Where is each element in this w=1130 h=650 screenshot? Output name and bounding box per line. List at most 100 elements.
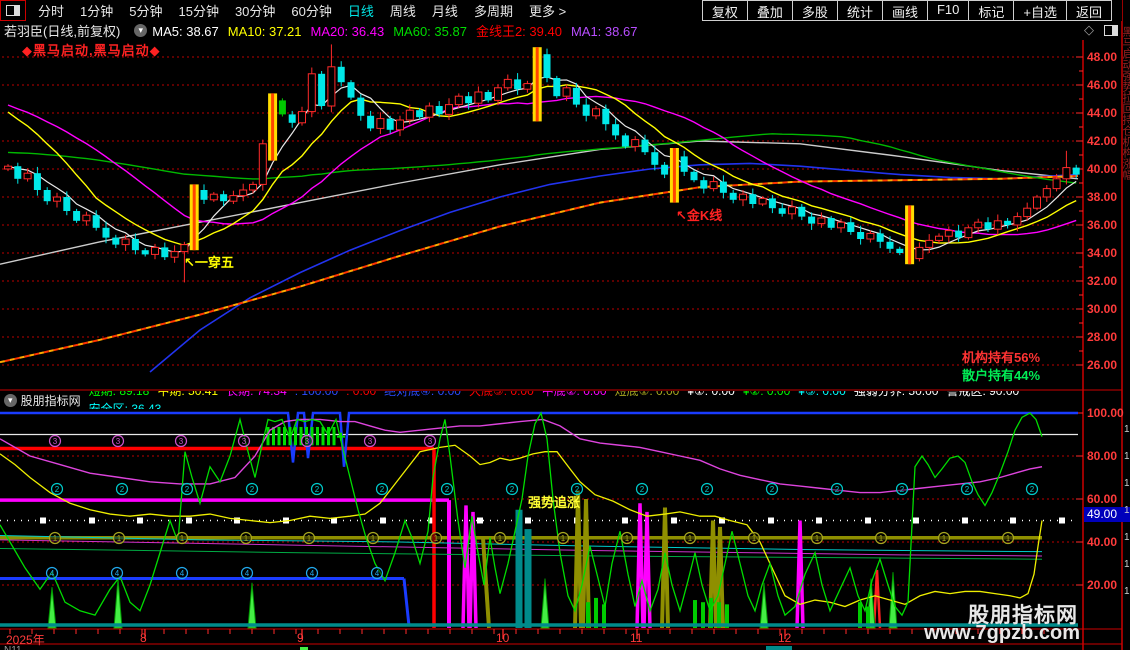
toolbar-button-叠加[interactable]: 叠加 <box>747 0 793 21</box>
period-tab-5分钟[interactable]: 5分钟 <box>121 4 170 19</box>
svg-text:1: 1 <box>307 534 312 543</box>
toolbar-button-画线[interactable]: 画线 <box>882 0 928 21</box>
svg-text:2: 2 <box>510 485 515 494</box>
svg-text:1: 1 <box>1006 534 1011 543</box>
price-axis-label: 42.00 <box>1087 134 1127 148</box>
trading-app-window: 3333333222222222222222211111111111111114… <box>0 0 1130 650</box>
indicator-value: : 0.00 <box>346 391 376 398</box>
svg-text:4: 4 <box>115 569 120 578</box>
svg-text:2: 2 <box>250 485 255 494</box>
toolbar-button-标记[interactable]: 标记 <box>968 0 1014 21</box>
period-tab-更多 >[interactable]: 更多 > <box>521 4 574 19</box>
indicator-value: ¥①: 0.00 <box>687 391 734 398</box>
indicator-axis-label: 40.00 <box>1087 535 1127 549</box>
svg-text:1: 1 <box>434 534 439 543</box>
period-tab-月线[interactable]: 月线 <box>424 4 466 19</box>
indicator-title[interactable]: 股朋指标网 <box>21 392 81 409</box>
svg-text:2: 2 <box>380 485 385 494</box>
svg-text:3: 3 <box>242 437 247 446</box>
svg-text:3: 3 <box>428 437 433 446</box>
svg-text:3: 3 <box>179 437 184 446</box>
time-axis-label: 12 <box>778 631 791 645</box>
annotation-yichuanwu: ↖一穿五 <box>184 252 234 271</box>
sidebar-clipped-text: 黑马启动强势拉回持仓机构涨幅 <box>1123 26 1130 406</box>
price-axis-label: 38.00 <box>1087 190 1127 204</box>
period-tab-多周期[interactable]: 多周期 <box>466 4 521 19</box>
toolbar-button-返回[interactable]: 返回 <box>1066 0 1112 21</box>
svg-text:3: 3 <box>368 437 373 446</box>
price-axis-label: 34.00 <box>1087 246 1127 260</box>
clipped-digit: 1 <box>1124 478 1130 489</box>
clipped-digit: 1 <box>1124 451 1130 462</box>
toolbar-button-F10[interactable]: F10 <box>927 0 969 21</box>
period-tab-15分钟[interactable]: 15分钟 <box>170 4 226 19</box>
stock-title[interactable]: 若羽臣(日线,前复权) <box>4 21 120 40</box>
arrow-up-left-icon: ↖ <box>184 255 195 270</box>
svg-text:1: 1 <box>879 534 884 543</box>
svg-text:1: 1 <box>625 534 630 543</box>
indicator-axis-label: 80.00 <box>1087 449 1127 463</box>
svg-text:1: 1 <box>752 534 757 543</box>
signal-text: ◆黑马启动,黑马启动◆ <box>22 40 161 59</box>
period-tab-30分钟[interactable]: 30分钟 <box>227 4 283 19</box>
chevron-down-icon[interactable]: ▾ <box>134 24 147 37</box>
period-toolbar: 分时1分钟5分钟15分钟30分钟60分钟日线周线月线多周期更多 > 复权叠加多股… <box>0 0 1122 21</box>
svg-text:1: 1 <box>117 534 122 543</box>
period-tabs: 分时1分钟5分钟15分钟30分钟60分钟日线周线月线多周期更多 > <box>30 1 574 21</box>
indicator-values: 短期: 89.18中期: 50.41长期: 74.34: 100.00: 0.0… <box>89 391 1080 409</box>
ma-value: MA10: 37.21 <box>228 24 302 39</box>
time-axis-label: 11 <box>630 631 642 645</box>
price-axis-label: 26.00 <box>1087 358 1127 372</box>
period-tab-60分钟[interactable]: 60分钟 <box>283 4 339 19</box>
indicator-value: : 100.00 <box>295 391 338 398</box>
svg-text:1: 1 <box>53 534 58 543</box>
svg-text:4: 4 <box>245 569 250 578</box>
svg-text:2: 2 <box>315 485 320 494</box>
chart-canvas[interactable]: 3333333222222222222222211111111111111114… <box>0 0 1130 650</box>
window-menu-button[interactable] <box>0 0 26 21</box>
strong-chase-label: 强势追涨 <box>528 492 580 511</box>
svg-text:4: 4 <box>375 569 380 578</box>
clipped-digit: 1 <box>1124 532 1130 543</box>
svg-text:2: 2 <box>965 485 970 494</box>
svg-text:1: 1 <box>244 534 249 543</box>
split-window-icon[interactable] <box>1104 25 1118 36</box>
indicator-value: ¥②: 0.00 <box>743 391 790 398</box>
period-tab-日线[interactable]: 日线 <box>340 4 382 19</box>
price-axis-label: 44.00 <box>1087 106 1127 120</box>
svg-text:3: 3 <box>53 437 58 446</box>
period-tab-1分钟[interactable]: 1分钟 <box>72 4 121 19</box>
retail-holding-label: 散户持有44% <box>962 365 1040 384</box>
diamond-icon[interactable]: ◇ <box>1084 22 1094 38</box>
svg-text:1: 1 <box>371 534 376 543</box>
toolbar-button-+自选[interactable]: +自选 <box>1013 0 1067 21</box>
ma-value: MA20: 36.43 <box>311 24 385 39</box>
info-bar: 若羽臣(日线,前复权) ▾ MA5: 38.67 MA10: 37.21 MA20:… <box>4 21 1122 40</box>
toolbar-button-复权[interactable]: 复权 <box>702 0 748 21</box>
period-tab-周线[interactable]: 周线 <box>382 4 424 19</box>
ma-value: MA1: 38.67 <box>571 24 638 39</box>
indicator-axis-label: 20.00 <box>1087 578 1127 592</box>
clipped-digit: 1 <box>1124 424 1130 435</box>
svg-text:1: 1 <box>942 534 947 543</box>
toolbar-buttons: 复权叠加多股统计画线F10标记+自选返回 <box>703 0 1112 21</box>
ma-value: MA5: 38.67 <box>152 24 219 39</box>
time-axis-label: 9 <box>297 631 304 645</box>
time-axis-label: 10 <box>496 631 509 645</box>
split-window-icon <box>6 5 20 16</box>
period-tab-分时[interactable]: 分时 <box>30 4 72 19</box>
price-axis-label: 46.00 <box>1087 78 1127 92</box>
svg-text:4: 4 <box>180 569 185 578</box>
price-axis-label: 40.00 <box>1087 162 1127 176</box>
indicator-value: ¥③: 0.00 <box>798 391 845 398</box>
svg-text:1: 1 <box>180 534 185 543</box>
price-axis-label: 36.00 <box>1087 218 1127 232</box>
indicator-axis-label: 60.00 <box>1087 492 1127 506</box>
svg-text:3: 3 <box>305 437 310 446</box>
chevron-down-icon[interactable]: ▾ <box>4 394 17 407</box>
svg-text:1: 1 <box>498 534 503 543</box>
price-axis-label: 48.00 <box>1087 50 1127 64</box>
institution-holding-label: 机构持有56% <box>962 347 1040 366</box>
toolbar-button-统计[interactable]: 统计 <box>837 0 883 21</box>
toolbar-button-多股[interactable]: 多股 <box>792 0 838 21</box>
